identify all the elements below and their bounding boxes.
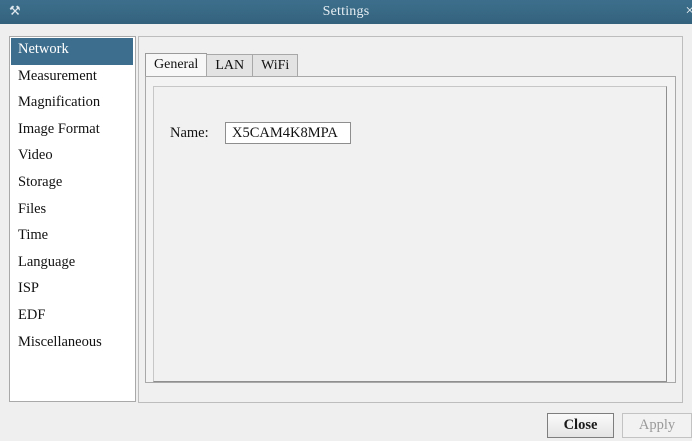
tab-lan[interactable]: LAN	[206, 54, 254, 76]
name-label: Name:	[170, 125, 209, 141]
apply-button[interactable]: Apply	[622, 413, 692, 438]
tab-general[interactable]: General	[145, 53, 208, 76]
sidebar-item-video[interactable]: Video	[10, 144, 135, 171]
sidebar-item-storage[interactable]: Storage	[10, 171, 135, 198]
window-title: Settings	[322, 4, 370, 19]
sidebar-item-magnification[interactable]: Magnification	[10, 91, 135, 118]
window-close-icon[interactable]: ×	[686, 3, 692, 20]
window-titlebar: ⚒ Settings ×	[0, 0, 692, 24]
sidebar-item-network[interactable]: Network	[11, 38, 133, 65]
settings-content-panel: General LAN WiFi Name:	[138, 36, 683, 403]
sidebar-item-measurement[interactable]: Measurement	[10, 65, 135, 92]
sidebar-item-image-format[interactable]: Image Format	[10, 118, 135, 145]
network-tab-bar: General LAN WiFi	[145, 53, 299, 76]
sidebar-item-edf[interactable]: EDF	[10, 304, 135, 331]
tab-wifi[interactable]: WiFi	[252, 54, 299, 76]
sidebar-item-time[interactable]: Time	[10, 224, 135, 251]
device-name-input[interactable]	[225, 122, 351, 144]
general-tab-pane: Name:	[145, 76, 676, 383]
sidebar-item-isp[interactable]: ISP	[10, 277, 135, 304]
general-group-box: Name:	[153, 86, 667, 382]
close-button[interactable]: Close	[547, 413, 614, 438]
sidebar-item-files[interactable]: Files	[10, 198, 135, 225]
sidebar-item-language[interactable]: Language	[10, 251, 135, 278]
settings-category-list: Network Measurement Magnification Image …	[9, 36, 136, 402]
sidebar-item-miscellaneous[interactable]: Miscellaneous	[10, 331, 135, 358]
